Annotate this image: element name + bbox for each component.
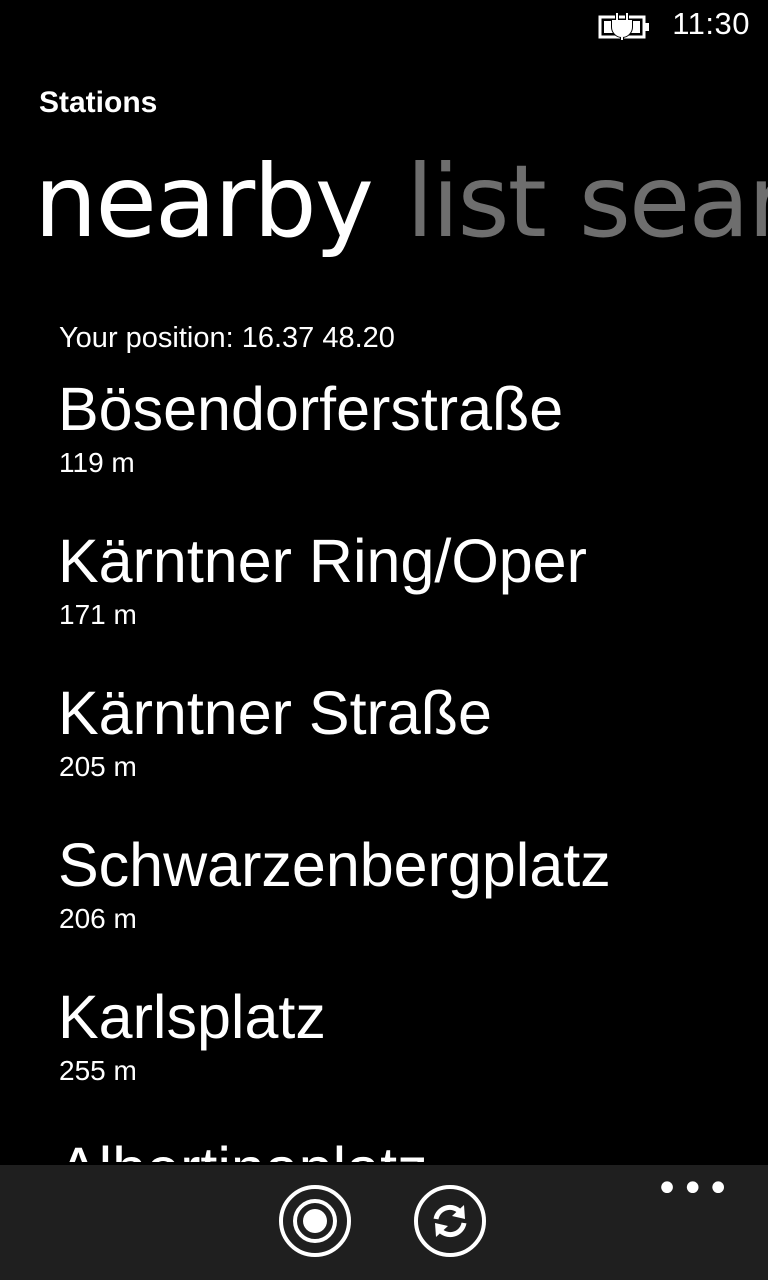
station-item[interactable]: Kärntner Ring/Oper 171 m <box>58 524 758 676</box>
refresh-button[interactable] <box>414 1185 486 1257</box>
pivot-item-list[interactable]: list <box>406 143 547 260</box>
pivot-item-nearby[interactable]: nearby <box>34 143 374 260</box>
pivot-item-search[interactable]: search <box>579 143 768 260</box>
more-options-button[interactable]: ••• <box>655 1169 732 1209</box>
station-item[interactable]: Schwarzenbergplatz 206 m <box>58 828 758 980</box>
station-name: Schwarzenbergplatz <box>58 831 611 899</box>
locate-button[interactable] <box>279 1185 351 1257</box>
station-distance: 205 m <box>59 751 137 782</box>
clock: 11:30 <box>672 6 750 41</box>
station-name: Bösendorferstraße <box>58 375 564 443</box>
app-bar: ••• <box>0 1165 768 1280</box>
station-distance: 255 m <box>59 1055 137 1086</box>
station-list: Bösendorferstraße 119 m Kärntner Ring/Op… <box>58 372 758 1162</box>
position-text: Your position: 16.37 48.20 <box>59 322 395 354</box>
station-name: Kärntner Straße <box>58 679 492 747</box>
status-bar: 11:30 <box>0 0 768 50</box>
station-distance: 119 m <box>59 447 135 478</box>
station-item[interactable]: Karlsplatz 255 m <box>58 980 758 1132</box>
app-title: Stations <box>39 86 158 119</box>
station-item[interactable]: Albertinaplatz <box>58 1132 758 1162</box>
station-name: Kärntner Ring/Oper <box>58 527 587 595</box>
screen: 11:30 Stations nearby list search Your pos… <box>0 0 768 1280</box>
station-item[interactable]: Kärntner Straße 205 m <box>58 676 758 828</box>
station-distance: 171 m <box>59 599 137 630</box>
station-item[interactable]: Bösendorferstraße 119 m <box>58 372 758 524</box>
station-name: Karlsplatz <box>58 983 326 1051</box>
station-distance: 206 m <box>59 903 137 934</box>
pivot-headers: nearby list search <box>34 142 768 262</box>
battery-charging-icon <box>598 12 652 40</box>
station-name: Albertinaplatz <box>58 1132 758 1162</box>
